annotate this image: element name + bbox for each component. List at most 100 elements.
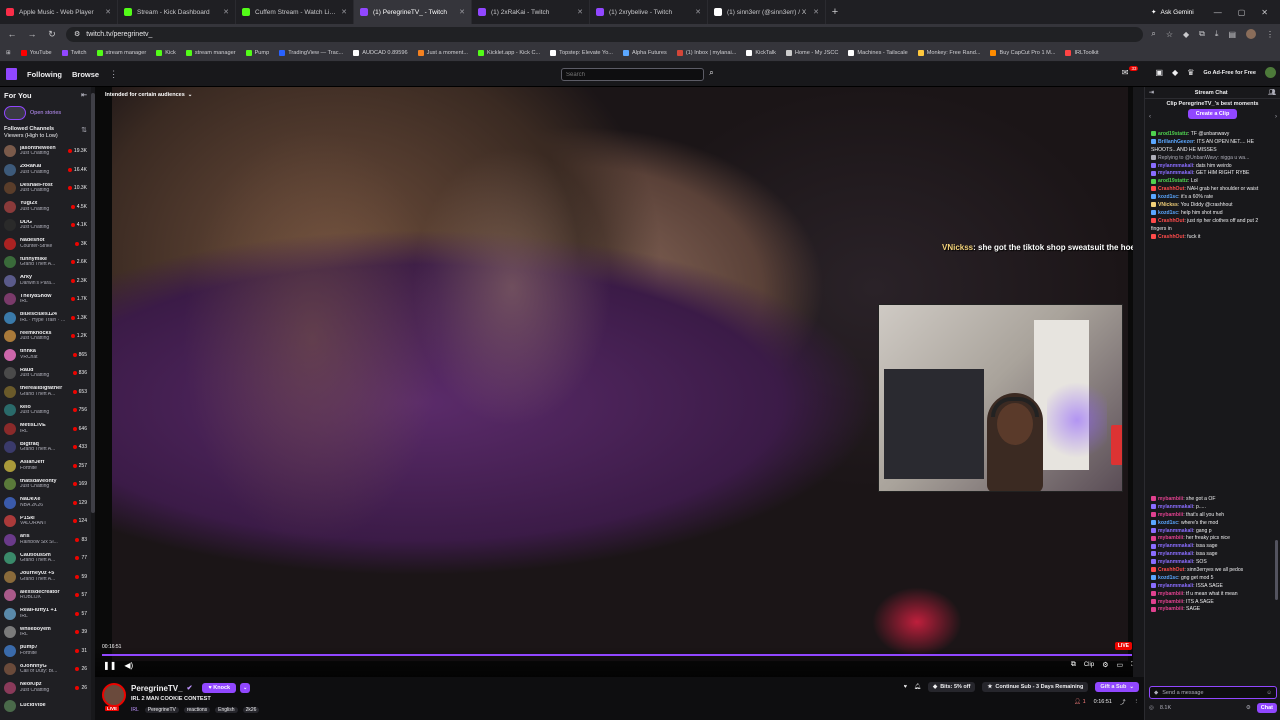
continue-sub-button[interactable]: ★ Continue Sub - 3 Days Remaining <box>982 682 1089 692</box>
sidebar-channel[interactable]: NaDeXe NBA 2K26 129 <box>0 493 91 512</box>
browser-tab[interactable]: (1) sinn3err (@sinn3err) / X ✕ <box>708 0 826 24</box>
zoom-icon[interactable]: ⌕ <box>1151 29 1155 39</box>
close-icon[interactable]: ✕ <box>1261 8 1268 17</box>
chat-username[interactable]: CrashhOut <box>1158 186 1184 192</box>
channel-name[interactable]: PeregrineTV_ <box>131 684 183 693</box>
sidebar-channel[interactable]: NeoKipz Just Chatting 26 <box>0 678 91 697</box>
chat-username[interactable]: mylanmmakali <box>1158 163 1193 169</box>
sidepanel-icon[interactable]: ▤ <box>1228 30 1236 39</box>
following-link[interactable]: Following <box>27 70 62 79</box>
chat-settings-icon[interactable]: ⚙ <box>1246 705 1251 711</box>
new-tab-button[interactable]: + <box>826 6 844 18</box>
sidebar-channel[interactable]: thereallbigfather Grand Theft A... 653 <box>0 382 91 401</box>
sidebar-channel[interactable]: Yugi2x Just Chatting 4.5K <box>0 197 91 216</box>
chat-username[interactable]: mylanmmakali <box>1158 551 1193 557</box>
chat-username[interactable]: kozd1sc <box>1158 210 1178 216</box>
user-avatar[interactable] <box>1265 67 1276 78</box>
bookmark-item[interactable]: stream manager <box>185 49 236 56</box>
pause-icon[interactable]: ❚❚ <box>103 661 116 670</box>
bookmark-item[interactable]: Just a moment... <box>417 49 468 56</box>
chat-username[interactable]: mylanmmakali <box>1158 528 1193 534</box>
bits-button[interactable]: ◆ Bits: 5% off <box>927 682 976 692</box>
chat-username[interactable]: kozd1sc <box>1158 194 1178 200</box>
tab-close-icon[interactable]: ✕ <box>695 8 701 16</box>
sidebar-channel[interactable]: Cautious5m Grand Theft A... 77 <box>0 549 91 568</box>
notify-bell-icon[interactable]: 🔔︎ <box>914 684 921 690</box>
browser-tab[interactable]: Stream - Kick Dashboard ✕ <box>118 0 236 24</box>
stream-category[interactable]: IRL <box>131 707 139 713</box>
sidebar-channel[interactable]: DDG Just Chatting 4.1K <box>0 216 91 235</box>
chat-input[interactable]: ◆ Send a message ☺ <box>1149 686 1277 699</box>
sidebar-channel[interactable]: Journey0z +5 Grand Theft A... 59 <box>0 567 91 586</box>
bookmark-item[interactable]: TradingView — Trac... <box>279 49 343 56</box>
chat-send-button[interactable]: Chat <box>1256 703 1277 713</box>
crown-icon[interactable]: ♛ <box>1187 68 1194 77</box>
sidebar-channel[interactable]: AsianJeff Fortnite 257 <box>0 456 91 475</box>
chat-scroll-thumb[interactable] <box>1275 540 1278 600</box>
chat-username[interactable]: mybambiii <box>1158 496 1183 502</box>
sidebar-channel[interactable]: Nadeshot Counter-Strike 3K <box>0 234 91 253</box>
stream-tag[interactable]: reactions <box>183 707 211 713</box>
video-progress-bar[interactable] <box>102 654 1132 656</box>
bookmark-item[interactable]: Monkey: Free Rand... <box>917 49 980 56</box>
bookmark-item[interactable]: Home - My JSCC <box>785 49 838 56</box>
chat-username[interactable]: mylanmmakali <box>1158 559 1193 565</box>
tab-close-icon[interactable]: ✕ <box>577 8 583 16</box>
chat-username[interactable]: CrashhOut <box>1158 567 1184 573</box>
sidebar-channel[interactable]: 2xRaKai Just Chatting 16.4K <box>0 160 91 179</box>
share-icon[interactable]: ⤴ <box>1120 698 1126 706</box>
stream-tag[interactable]: English <box>215 707 238 713</box>
sidebar-channel[interactable]: P1Ski VALORANT 124 <box>0 512 91 531</box>
sidebar-channel[interactable]: funnymike Grand Theft A... 2.6K <box>0 253 91 272</box>
chat-username[interactable]: mylanmmakali <box>1158 543 1193 549</box>
browse-link[interactable]: Browse <box>72 70 99 79</box>
gift-sub-button[interactable]: Gift a Sub ⌄ <box>1095 682 1139 692</box>
search-input[interactable] <box>561 68 704 81</box>
inbox-icon[interactable]: ✉ <box>1122 68 1129 77</box>
collapse-chat-icon[interactable]: ⇥ <box>1149 89 1154 96</box>
download-icon[interactable]: ⤓ <box>1215 29 1219 39</box>
tab-close-icon[interactable]: ✕ <box>105 8 111 16</box>
channel-points-icon[interactable]: ◎ <box>1149 705 1154 711</box>
notifications-icon[interactable]: ◆ <box>1172 68 1178 77</box>
sidebar-channel[interactable]: RealFluffy1 +1 IRL 57 <box>0 604 91 623</box>
chat-username[interactable]: mybambiii <box>1158 606 1183 612</box>
open-stories[interactable]: Open stories <box>0 104 91 122</box>
chat-username[interactable]: kozd1sc <box>1158 520 1178 526</box>
chat-username[interactable]: mybambiii <box>1158 599 1183 605</box>
chat-username[interactable]: arod19stattz <box>1158 178 1188 184</box>
bookmark-item[interactable]: Machines - Tailscale <box>848 49 908 56</box>
chat-username[interactable]: mylanmmakali <box>1158 170 1193 176</box>
url-field[interactable]: ⚙ twitch.tv/peregrinetv_ <box>66 26 1144 42</box>
sidebar-channel[interactable]: thatsdaveonty Just Chatting 169 <box>0 475 91 494</box>
users-icon[interactable]: 👥︎ <box>1268 89 1276 96</box>
sidebar-channel[interactable]: MetisLIVE IRL 646 <box>0 419 91 438</box>
sidebar-channel[interactable]: oJohnnyG Call of Duty: Bl... 26 <box>0 660 91 679</box>
browser-tab[interactable]: (1) 2xrybelive - Twitch ✕ <box>590 0 708 24</box>
extension-icon[interactable]: ◆ <box>1183 30 1189 39</box>
bookmark-item[interactable]: (1) Inbox | mylanai... <box>676 49 736 56</box>
apps-icon[interactable]: ⊞ <box>6 50 11 56</box>
chat-username[interactable]: mylanmmakali <box>1158 504 1193 510</box>
stream-tag[interactable]: PeregrineTV <box>144 707 179 713</box>
sidebar-channel[interactable]: aris Rainbow Six Si... 83 <box>0 530 91 549</box>
tab-close-icon[interactable]: ✕ <box>459 8 465 16</box>
bookmark-item[interactable]: Kick <box>156 49 176 56</box>
tab-close-icon[interactable]: ✕ <box>813 8 819 16</box>
puzzle-icon[interactable]: ⧉ <box>1199 29 1205 39</box>
sidebar-channel[interactable]: Arky Darwin's Para... 2.3K <box>0 271 91 290</box>
menu-icon[interactable]: ⋮ <box>1266 30 1274 39</box>
bookmark-star-icon[interactable]: ☆ <box>1166 30 1173 39</box>
sort-icon[interactable]: ⇅ <box>81 126 87 140</box>
tab-close-icon[interactable]: ✕ <box>223 8 229 16</box>
bookmark-item[interactable]: Buy CapCut Pro 1 M... <box>990 49 1055 56</box>
chevron-left-icon[interactable]: ‹ <box>1149 114 1151 120</box>
bookmark-item[interactable]: Twitch <box>61 49 87 56</box>
chat-username[interactable]: kozd1sc <box>1158 575 1178 581</box>
twitch-logo-icon[interactable] <box>6 68 17 80</box>
profile-avatar[interactable] <box>1246 29 1256 39</box>
clip-button[interactable]: Clip <box>1084 662 1094 668</box>
follow-options-icon[interactable]: ⌄ <box>240 683 251 693</box>
back-icon[interactable]: ← <box>6 29 18 39</box>
stream-tag[interactable]: 2k26 <box>242 707 260 713</box>
